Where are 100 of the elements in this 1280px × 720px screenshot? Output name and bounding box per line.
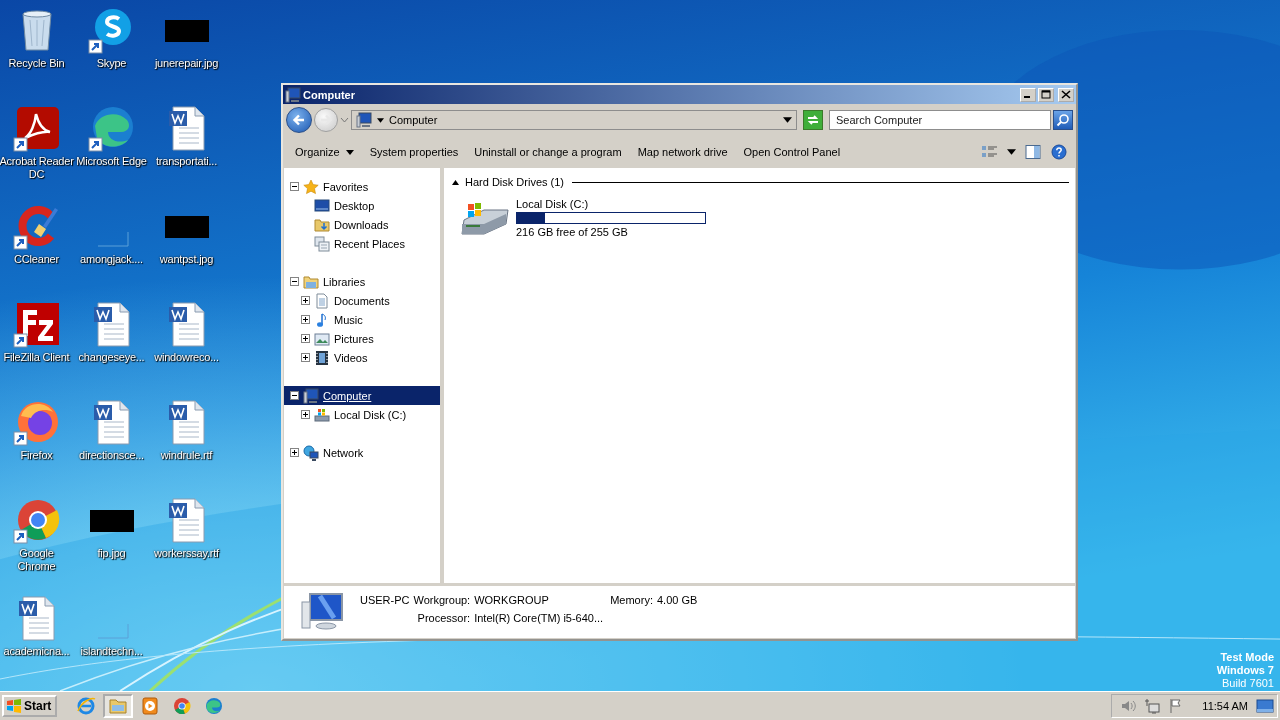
tree-item-label[interactable]: Documents xyxy=(334,294,390,307)
maximize-icon xyxy=(1041,90,1051,99)
tree-item[interactable]: Pictures xyxy=(284,329,440,348)
edge-icon xyxy=(204,696,225,716)
expand-toggle[interactable] xyxy=(301,315,310,324)
show-desktop-button[interactable] xyxy=(1256,698,1274,714)
detail-value: WORKGROUP xyxy=(474,594,550,608)
disk-drive-icon xyxy=(314,406,330,423)
close-button[interactable] xyxy=(1058,87,1074,102)
tree-item[interactable]: Desktop xyxy=(284,196,440,215)
tree-item-label[interactable]: Videos xyxy=(334,351,368,364)
os-notice-text: Test Mode xyxy=(1220,651,1274,664)
expand-toggle[interactable] xyxy=(301,296,310,305)
start-button[interactable]: Start xyxy=(2,695,58,717)
breadcrumb-caret-icon[interactable] xyxy=(377,117,384,123)
view-icon xyxy=(981,144,999,160)
tree-item[interactable]: Local Disk (C:) xyxy=(284,405,440,424)
tree-item-label[interactable]: Recent Places xyxy=(334,237,405,250)
back-button[interactable] xyxy=(286,107,312,133)
tree-item-label[interactable]: Desktop xyxy=(334,199,375,212)
edge-icon[interactable] xyxy=(87,104,136,152)
tree-item[interactable]: Documents xyxy=(284,291,440,310)
computer-icon xyxy=(300,592,346,632)
search-button[interactable] xyxy=(1053,110,1073,130)
breadcrumb[interactable]: Computer xyxy=(389,114,778,126)
tree-item-label[interactable]: Network xyxy=(323,446,364,459)
toolbar-button[interactable]: Map network drive xyxy=(629,142,736,162)
toolbar-button[interactable]: System properties xyxy=(361,142,467,162)
tree-item[interactable]: Videos xyxy=(284,348,440,367)
tree-item-label[interactable]: Libraries xyxy=(323,275,366,288)
group-toggle[interactable] xyxy=(452,179,459,185)
expand-toggle[interactable] xyxy=(301,410,310,419)
desktop-icon xyxy=(314,197,330,214)
document-icon xyxy=(314,292,330,309)
group-header[interactable]: Hard Disk Drives (1) xyxy=(465,176,564,188)
filezilla-icon[interactable] xyxy=(12,300,61,348)
folder-icon xyxy=(108,696,129,716)
internet-explorer-icon xyxy=(76,696,97,716)
tree-item[interactable]: Network xyxy=(284,443,440,462)
toolbar-button[interactable]: Uninstall or change a program xyxy=(466,142,630,162)
desktop-icon-label[interactable]: CCleaner xyxy=(14,253,59,266)
tree-item[interactable]: Computer xyxy=(284,386,440,405)
clock[interactable]: 11:54 AM xyxy=(1202,700,1248,712)
caret-icon xyxy=(345,149,354,155)
minimize-button[interactable] xyxy=(1020,87,1036,102)
expand-toggle[interactable] xyxy=(290,182,299,191)
media-player-icon xyxy=(140,696,161,716)
free-space-text: 216 GB free of 255 GB xyxy=(516,226,629,238)
close-icon xyxy=(1061,90,1071,99)
tree-item-label[interactable]: Computer xyxy=(323,389,372,402)
desktop-icon-label[interactable]: Recycle Bin xyxy=(8,57,65,70)
windows-logo-icon xyxy=(6,698,22,714)
search-field[interactable]: Search Computer xyxy=(829,110,1051,130)
detail-label: Processor: xyxy=(416,612,471,626)
tree-item[interactable]: Libraries xyxy=(284,272,440,291)
detail-value: Intel(R) Core(TM) i5-640... xyxy=(474,612,605,626)
detail-label: Workgroup: xyxy=(413,594,471,608)
desktop-icon-label[interactable]: wantpst.jpg xyxy=(159,253,214,266)
recent-pages-caret-icon[interactable] xyxy=(340,117,349,123)
chrome-icon xyxy=(172,696,193,716)
desktop-icon-label[interactable]: transportati... xyxy=(155,155,218,168)
desktop-icon-label[interactable]: Microsoft Edge xyxy=(76,155,147,168)
os-notice-text: Build 7601 xyxy=(1222,677,1274,690)
tree-item-label[interactable]: Pictures xyxy=(334,332,374,345)
caret-icon xyxy=(1007,149,1016,155)
tree-item[interactable]: Recent Places xyxy=(284,234,440,253)
expand-toggle[interactable] xyxy=(290,277,299,286)
tree-item-label[interactable]: Local Disk (C:) xyxy=(334,408,407,421)
tree-item-label[interactable]: Favorites xyxy=(323,180,369,193)
film-icon xyxy=(314,349,330,366)
expand-toggle[interactable] xyxy=(290,448,299,457)
tree-item[interactable]: Music xyxy=(284,310,440,329)
computer-icon xyxy=(285,86,301,103)
maximize-button[interactable] xyxy=(1038,87,1054,102)
address-bar[interactable]: Computer xyxy=(351,110,797,130)
expand-toggle[interactable] xyxy=(290,391,299,400)
search-icon xyxy=(1056,113,1070,127)
drive-name[interactable]: Local Disk (C:) xyxy=(516,198,706,210)
expand-toggle[interactable] xyxy=(301,334,310,343)
tree-item-label[interactable]: Music xyxy=(334,313,363,326)
computer-icon xyxy=(356,112,372,128)
tree-item[interactable]: Favorites xyxy=(284,177,440,196)
back-arrow-icon xyxy=(292,113,306,127)
toolbar-button[interactable]: Open Control Panel xyxy=(735,142,849,162)
detail-label: Memory: xyxy=(610,594,653,608)
desktop-icon-label[interactable]: Acrobat Reader DC xyxy=(0,155,74,181)
network-icon[interactable] xyxy=(1144,698,1161,714)
computer-icon xyxy=(303,387,319,404)
acrobat-icon[interactable] xyxy=(12,104,61,152)
desktop-icon-label[interactable]: amongjack.... xyxy=(80,253,143,266)
desktop-icon-label[interactable]: Skype xyxy=(96,57,127,70)
tree-item[interactable]: Downloads xyxy=(284,215,440,234)
dropdown-caret-icon[interactable] xyxy=(783,117,792,123)
tree-item-label[interactable]: Downloads xyxy=(334,218,389,231)
desktop-icon-label[interactable]: junerepair.jpg xyxy=(154,57,219,70)
desktop-icon-label[interactable]: FileZilla Client xyxy=(3,351,70,364)
help-icon xyxy=(1050,144,1068,160)
refresh-button[interactable] xyxy=(803,110,823,130)
toolbar-button[interactable]: Organize xyxy=(287,142,362,162)
expand-toggle[interactable] xyxy=(301,353,310,362)
